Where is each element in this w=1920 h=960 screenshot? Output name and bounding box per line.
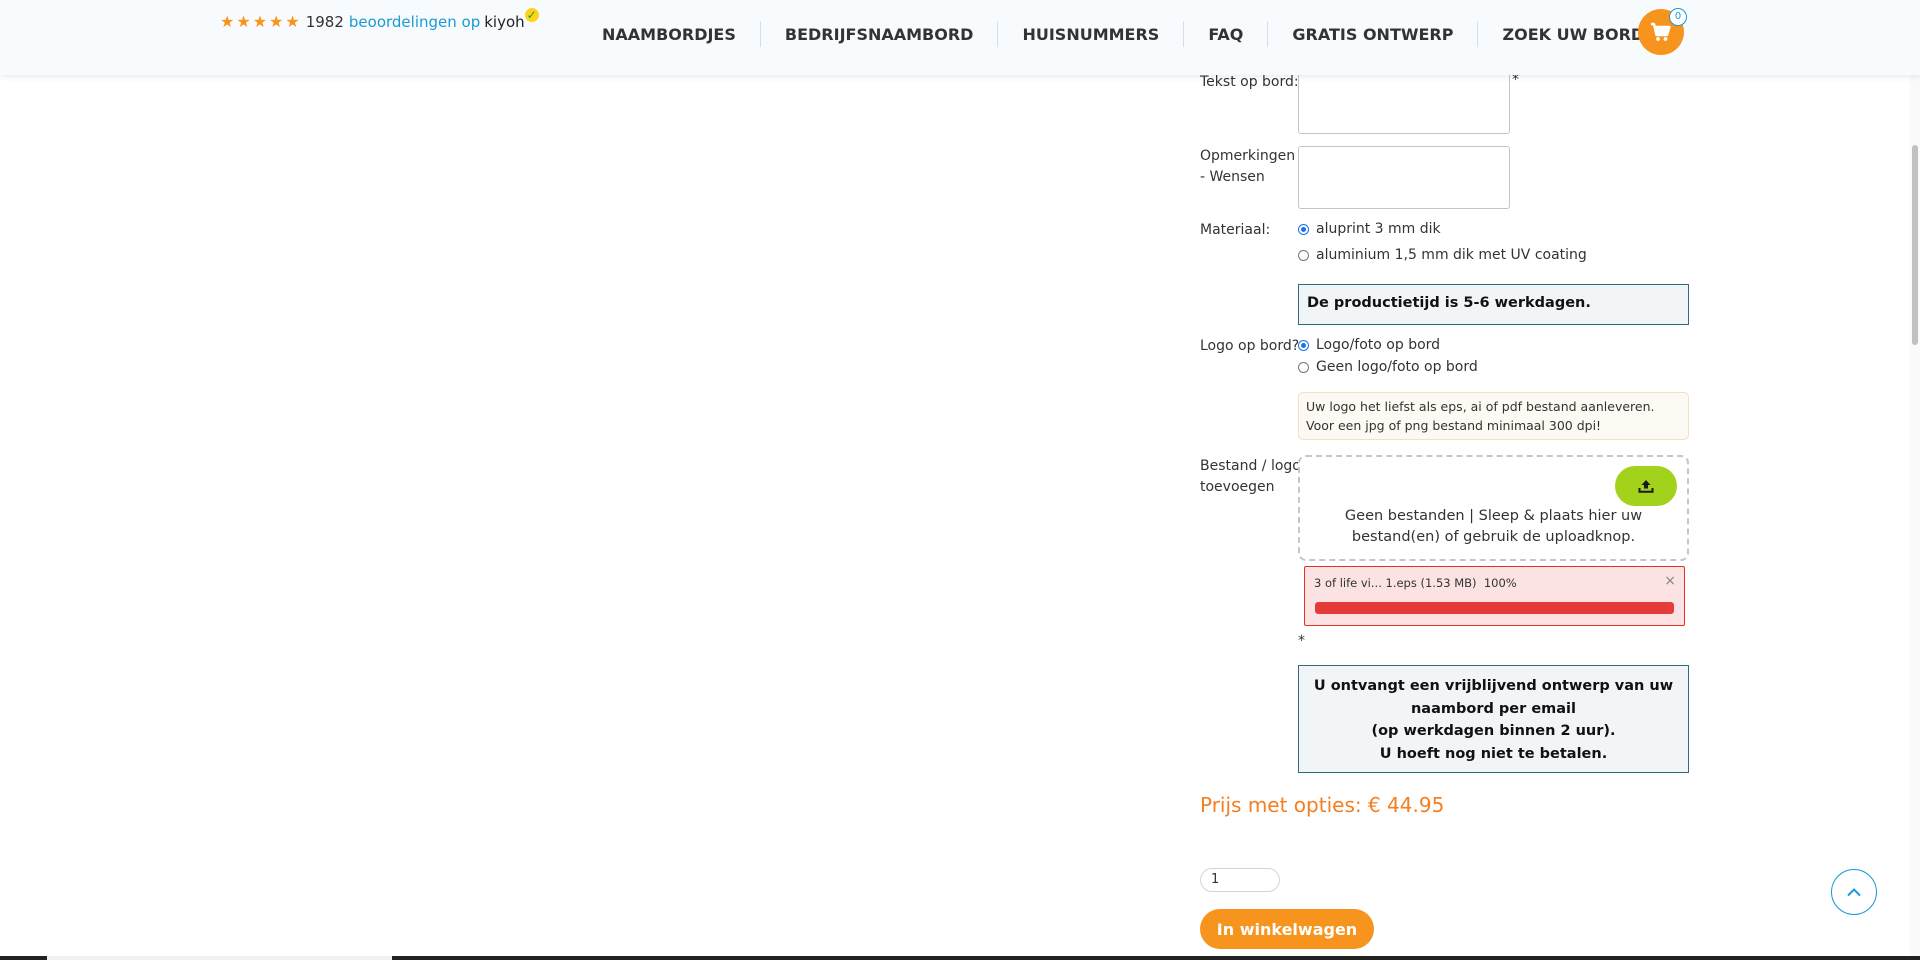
cart-icon (1651, 22, 1671, 41)
tekst-label: Tekst op bord: (1200, 74, 1299, 90)
file-name: 3 of life vi... 1.eps (1.53 MB) 100% (1314, 576, 1517, 590)
logo-note: Uw logo het liefst als eps, ai of pdf be… (1298, 392, 1689, 440)
bestand-label-line: toevoegen (1200, 479, 1275, 495)
bottom-strip-dark (0, 956, 47, 960)
logo-label: Logo op bord? (1200, 338, 1300, 354)
bottom-strip-dark (392, 956, 1920, 960)
price-with-options: Prijs met opties: € 44.95 (1200, 793, 1445, 817)
ontwerp-info-box: U ontvangt een vrijblijvend ontwerp van … (1298, 665, 1689, 773)
ontwerp-info-line: naambord per email (1410, 700, 1576, 717)
materiaal-option-aluminium[interactable]: aluminium 1,5 mm dik met UV coating (1298, 247, 1587, 263)
scrollbar-thumb[interactable] (1912, 145, 1918, 345)
nav-gratis-ontwerp[interactable]: GRATIS ONTWERP (1268, 25, 1477, 44)
nav-bedrijfsnaambord[interactable]: BEDRIJFSNAAMBORD (761, 25, 998, 44)
radio-checked[interactable] (1298, 223, 1309, 235)
opmerkingen-label: Opmerkingen - Wensen (1200, 146, 1295, 188)
required-mark: * (1298, 633, 1305, 649)
kiyoh-check-icon: ✓ (524, 8, 539, 22)
remove-file-icon[interactable]: × (1664, 573, 1676, 589)
upload-icon (1638, 480, 1654, 493)
opmerkingen-label-line: - Wensen (1200, 169, 1265, 185)
quantity-input[interactable]: 1 (1200, 868, 1280, 892)
star-icon: ★ (252, 12, 268, 31)
tekst-textarea[interactable] (1298, 68, 1510, 134)
logo-option-label: Geen logo/foto op bord (1316, 359, 1478, 375)
ontwerp-info-line: (op werkdagen binnen 2 uur). (1371, 723, 1616, 739)
star-icon: ★ (236, 12, 251, 31)
productietijd-box: De productietijd is 5-6 werkdagen. (1298, 284, 1689, 325)
bestand-label: Bestand / logo toevoegen (1200, 456, 1301, 498)
star-icon: ★ (269, 12, 284, 31)
upload-button[interactable] (1615, 466, 1677, 506)
radio-unchecked[interactable] (1298, 361, 1309, 373)
radio-unchecked[interactable] (1298, 249, 1309, 261)
logo-option-zonder[interactable]: Geen logo/foto op bord (1298, 359, 1478, 375)
rating-count: 1982 (305, 13, 344, 31)
logo-option-met[interactable]: Logo/foto op bord (1298, 337, 1440, 353)
nav-naambordjes[interactable]: NAAMBORDJES (578, 25, 760, 44)
logo-option-label: Logo/foto op bord (1316, 337, 1441, 353)
kiyoh-logo-text[interactable]: kiyoh (484, 13, 524, 31)
page-scrollbar[interactable] (1910, 0, 1920, 960)
materiaal-option-aluprint[interactable]: aluprint 3 mm dik (1298, 221, 1441, 237)
kiyoh-rating[interactable]: ★ ★ ★ ★ ★ 1982 beoordelingen op kiyoh ✓ (220, 8, 539, 31)
ontwerp-info-line: U ontvangt een vrijblijvend ontwerp van … (1313, 678, 1674, 694)
scroll-to-top-button[interactable] (1831, 869, 1877, 915)
bestand-label-line: Bestand / logo (1200, 458, 1301, 474)
materiaal-option-label: aluprint 3 mm dik (1316, 221, 1441, 237)
cart-count-badge: 0 (1669, 8, 1687, 26)
uploaded-file: 3 of life vi... 1.eps (1.53 MB) 100% × (1304, 566, 1685, 626)
star-icon: ★ (285, 12, 300, 31)
dropzone-text: Geen bestanden | Sleep & plaats hier uw … (1344, 508, 1643, 545)
radio-checked[interactable] (1298, 339, 1309, 351)
chevron-up-icon (1847, 888, 1861, 897)
ontwerp-info-line: U hoeft nog niet te betalen. (1379, 745, 1608, 762)
star-icon: ★ (220, 12, 235, 31)
materiaal-option-label: aluminium 1,5 mm dik met UV coating (1316, 247, 1587, 263)
main-nav: NAAMBORDJES BEDRIJFSNAAMBORD HUISNUMMERS… (578, 21, 1668, 47)
rating-stars: ★ ★ ★ ★ ★ (220, 14, 300, 30)
materiaal-label: Materiaal: (1200, 222, 1271, 238)
site-header: ★ ★ ★ ★ ★ 1982 beoordelingen op kiyoh ✓ … (0, 0, 1920, 75)
opmerkingen-textarea[interactable] (1298, 146, 1510, 209)
add-to-cart-button[interactable]: In winkelwagen (1200, 909, 1374, 949)
rating-link[interactable]: beoordelingen op (349, 13, 480, 31)
upload-progress-fill (1315, 602, 1674, 614)
productietijd-text: De productietijd is 5-6 werkdagen. (1307, 295, 1591, 311)
nav-huisnummers[interactable]: HUISNUMMERS (998, 25, 1183, 44)
nav-faq[interactable]: FAQ (1184, 25, 1267, 44)
opmerkingen-label-line: Opmerkingen (1200, 148, 1296, 164)
upload-progress-bar (1315, 602, 1674, 614)
